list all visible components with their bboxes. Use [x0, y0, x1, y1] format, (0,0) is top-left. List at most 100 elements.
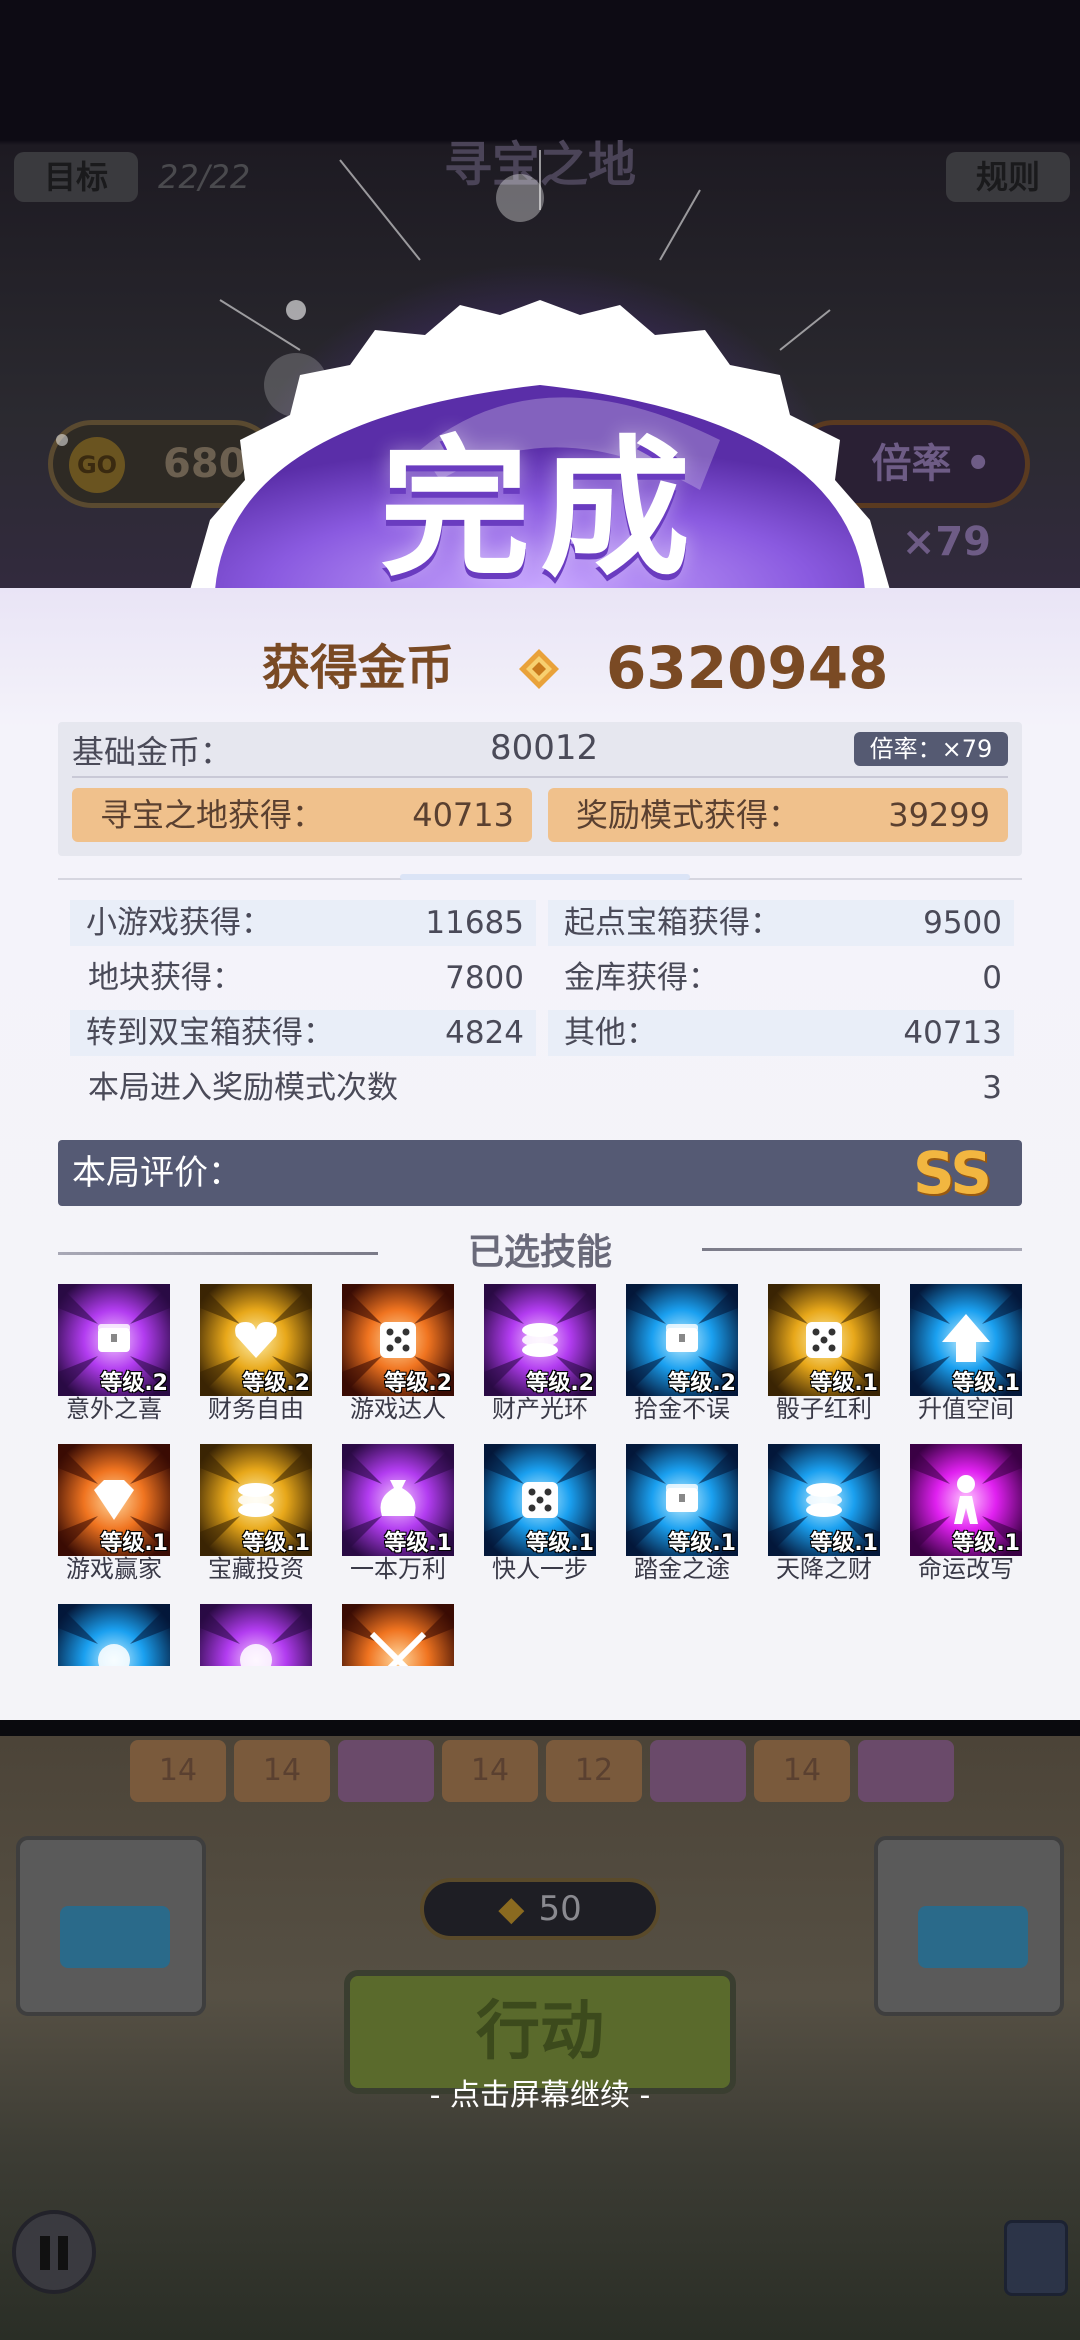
- skills-title: 已选技能: [467, 1232, 612, 1273]
- coins-earned-value: 6320948: [606, 634, 889, 702]
- board-tile-row: 14 14 14 12 14: [130, 1740, 960, 1806]
- orb-icon: [200, 1604, 312, 1666]
- skill-item[interactable]: 等级.1 宝藏投资: [200, 1444, 312, 1584]
- reward-mode-coins-value: 39299: [888, 796, 990, 834]
- stat-start-chest: 起点宝箱获得： 9500: [548, 900, 1014, 946]
- chest-door: [60, 1906, 170, 1968]
- panel-bottom-edge: [0, 1720, 1080, 1736]
- stat-reward-mode-count: 本局进入奖励模式次数 3: [70, 1065, 1014, 1111]
- coins-earned-row: 获得金币 6320948: [0, 628, 1080, 708]
- crossed-swords-icon: [342, 1604, 454, 1666]
- stat-tiles: 地块获得： 7800: [70, 955, 536, 1001]
- skill-level: 等级.1: [810, 1371, 878, 1396]
- board-tile: 14: [234, 1740, 330, 1802]
- skill-item[interactable]: 等级.2 财产光环: [484, 1284, 596, 1424]
- diamond-icon: 等级.1: [58, 1444, 170, 1556]
- skill-level: 等级.2: [242, 1371, 310, 1396]
- action-cost-value: 50: [538, 1889, 582, 1929]
- skill-item[interactable]: 等级.1 一本万利: [342, 1444, 454, 1584]
- skill-name: 踏金之途: [634, 1555, 730, 1583]
- chest-icon: 等级.2: [626, 1284, 738, 1396]
- skill-level: 等级.1: [526, 1531, 594, 1556]
- skill-item[interactable]: [342, 1604, 454, 1720]
- board-tile: [338, 1740, 434, 1802]
- stat-label: 地块获得：: [88, 960, 243, 996]
- skill-name: 游戏赢家: [66, 1555, 162, 1583]
- treasure-coins-label: 寻宝之地获得：: [100, 796, 325, 834]
- coin-stack-icon: 等级.1: [768, 1444, 880, 1556]
- stat-label: 小游戏获得：: [86, 905, 272, 941]
- skill-level: 等级.1: [952, 1531, 1020, 1556]
- skill-name: 天降之财: [776, 1555, 872, 1583]
- skill-name: 快人一步: [492, 1555, 588, 1583]
- card-deck-icon[interactable]: [1004, 2220, 1068, 2296]
- left-chest: [16, 1836, 206, 2016]
- base-coins-box: 基础金币： 80012 倍率：×79 寻宝之地获得： 40713 奖励模式获得：…: [58, 722, 1022, 856]
- completion-title: 完成: [379, 423, 700, 597]
- multiplier-tag: 倍率：×79: [854, 732, 1008, 766]
- reward-mode-coins-chip: 奖励模式获得： 39299: [548, 788, 1008, 842]
- skill-level: 等级.1: [384, 1531, 452, 1556]
- heart-paw-icon: 等级.2: [200, 1284, 312, 1396]
- skill-level: 等级.1: [100, 1531, 168, 1556]
- skill-level: 等级.2: [668, 1371, 736, 1396]
- stat-label: 其他：: [564, 1015, 657, 1051]
- stat-vault: 金库获得： 0: [548, 955, 1014, 1001]
- stat-value: 4824: [445, 1015, 524, 1051]
- skill-item[interactable]: 等级.1 升值空间: [910, 1284, 1022, 1424]
- skill-level: 等级.1: [810, 1531, 878, 1556]
- reward-mode-coins-label: 奖励模式获得：: [576, 796, 801, 834]
- chest-icon: 等级.2: [58, 1284, 170, 1396]
- action-cost-pill: ◆ 50: [420, 1878, 660, 1940]
- rating-grade: SS: [913, 1139, 992, 1207]
- board-tile: 12: [546, 1740, 642, 1802]
- skill-item[interactable]: 等级.1 命运改写: [910, 1444, 1022, 1584]
- skill-name: 游戏达人: [350, 1395, 446, 1423]
- skill-item[interactable]: 等级.1 踏金之途: [626, 1444, 738, 1584]
- skill-name: 升值空间: [918, 1395, 1014, 1423]
- pause-icon[interactable]: [12, 2210, 96, 2294]
- rating-bar: 本局评价： SS: [58, 1140, 1022, 1206]
- skill-item[interactable]: 等级.1 游戏赢家: [58, 1444, 170, 1584]
- stat-minigame: 小游戏获得： 11685: [70, 900, 536, 946]
- skill-item[interactable]: [58, 1604, 170, 1720]
- dice-icon: 等级.1: [484, 1444, 596, 1556]
- tap-to-continue-hint[interactable]: - 点击屏幕继续 -: [0, 2074, 1080, 2118]
- person-icon: 等级.1: [910, 1444, 1022, 1556]
- stat-value: 11685: [425, 905, 524, 941]
- board-tile: 14: [442, 1740, 538, 1802]
- stat-label: 转到双宝箱获得：: [86, 1015, 334, 1051]
- treasure-coins-chip: 寻宝之地获得： 40713: [72, 788, 532, 842]
- skill-item[interactable]: 等级.2 意外之喜: [58, 1284, 170, 1424]
- skill-item[interactable]: 等级.1 快人一步: [484, 1444, 596, 1584]
- skill-name: 拾金不误: [634, 1395, 730, 1423]
- skill-name: 一本万利: [350, 1555, 446, 1583]
- skill-item[interactable]: 等级.2 拾金不误: [626, 1284, 738, 1424]
- base-coins-value: 80012: [490, 728, 599, 768]
- orb-icon: [58, 1604, 170, 1666]
- skill-item[interactable]: 等级.2 财务自由: [200, 1284, 312, 1424]
- dice-icon: 等级.1: [768, 1284, 880, 1396]
- coin-stack-icon: 等级.1: [200, 1444, 312, 1556]
- skill-item[interactable]: [200, 1604, 312, 1720]
- result-panel[interactable]: 获得金币 6320948 基础金币： 80012 倍率：×79 寻宝之地获得： …: [0, 588, 1080, 1720]
- gem-icon: ◆: [498, 1889, 525, 1929]
- skill-level: 等级.1: [668, 1531, 736, 1556]
- base-coins-label: 基础金币：: [72, 733, 233, 771]
- skill-name: 命运改写: [918, 1555, 1014, 1583]
- skill-item[interactable]: 等级.1 天降之财: [768, 1444, 880, 1584]
- skills-title-line-right: [702, 1248, 1022, 1251]
- skill-level: 等级.2: [100, 1371, 168, 1396]
- gold-coin-icon: [519, 649, 559, 689]
- skill-name: 骰子红利: [776, 1395, 872, 1423]
- stat-value: 0: [982, 960, 1002, 996]
- skill-name: 财务自由: [208, 1395, 304, 1423]
- stat-value: 3: [982, 1070, 1002, 1106]
- stat-value: 7800: [445, 960, 524, 996]
- skill-name: 意外之喜: [66, 1395, 162, 1423]
- board-tile: [650, 1740, 746, 1802]
- skill-item[interactable]: 等级.1 骰子红利: [768, 1284, 880, 1424]
- dice-icon: 等级.2: [342, 1284, 454, 1396]
- stat-value: 9500: [923, 905, 1002, 941]
- skill-item[interactable]: 等级.2 游戏达人: [342, 1284, 454, 1424]
